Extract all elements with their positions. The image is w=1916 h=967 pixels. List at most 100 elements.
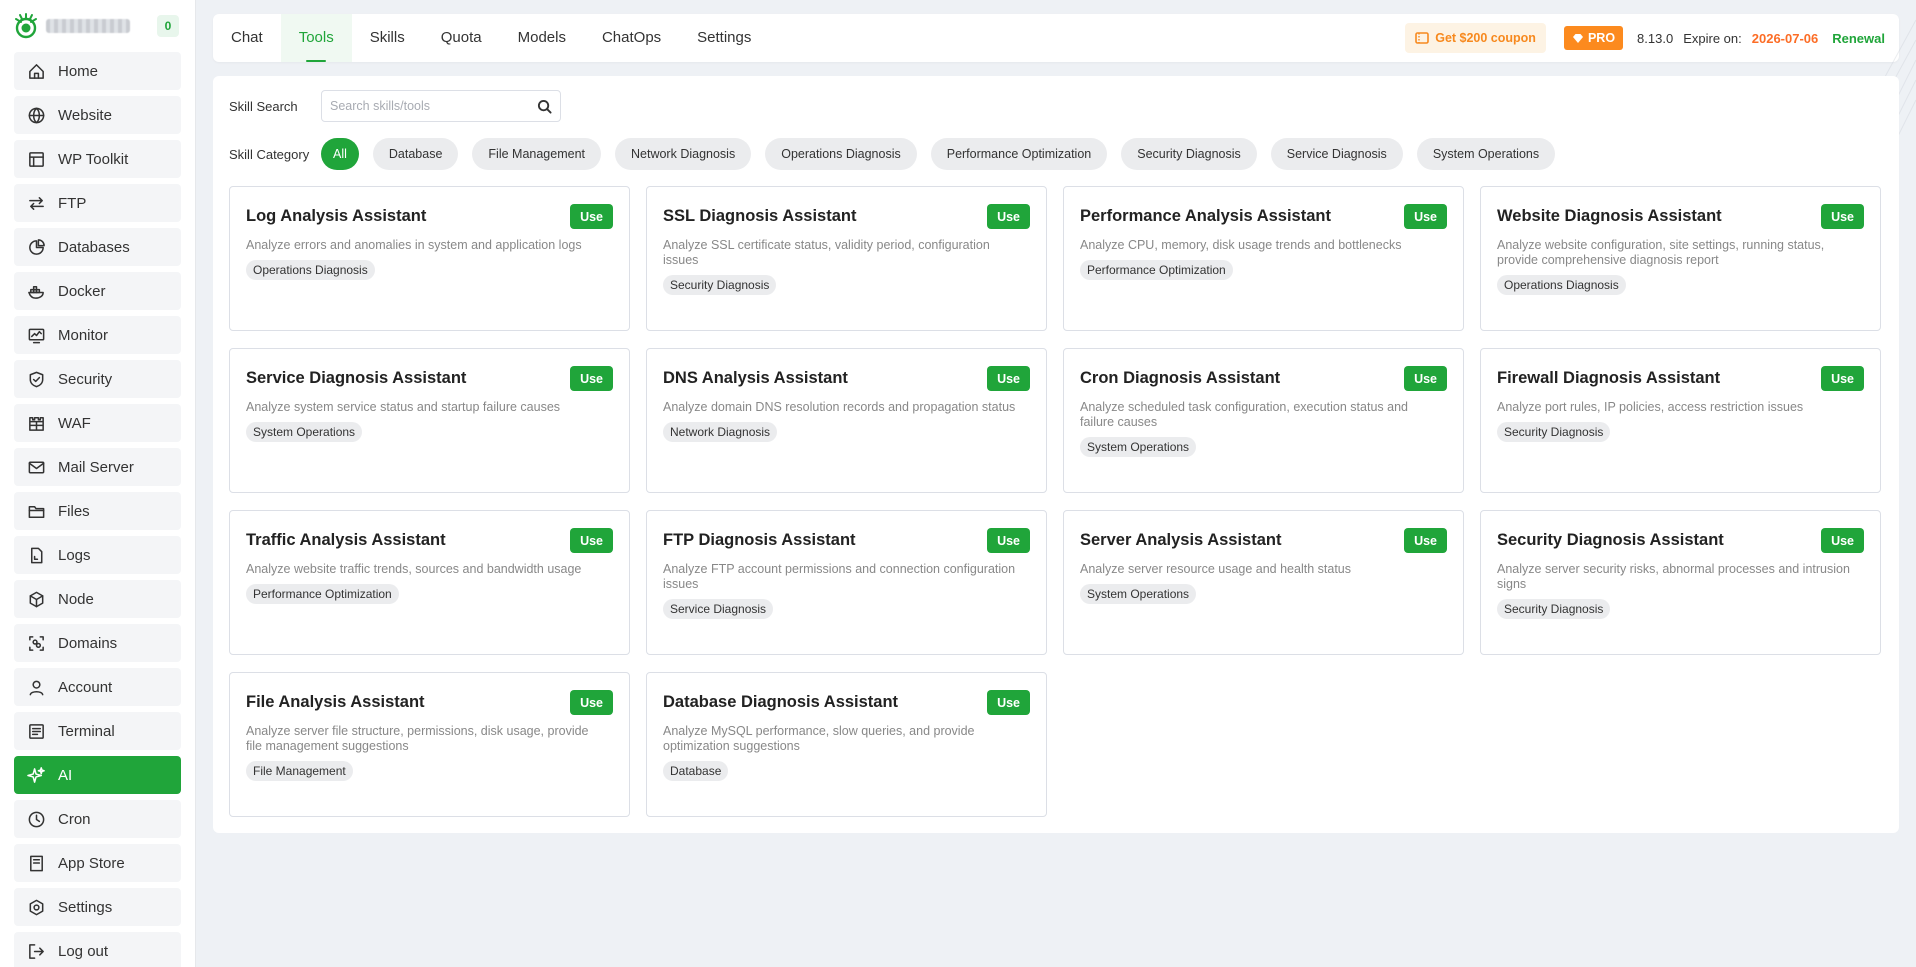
- skill-card: Cron Diagnosis Assistant Use Analyze sched…: [1063, 348, 1464, 493]
- clock-icon: [26, 809, 46, 829]
- settings-icon: [26, 897, 46, 917]
- use-button[interactable]: Use: [987, 366, 1030, 391]
- expire-label: Expire on:: [1683, 30, 1742, 46]
- sidebar-item-app-store[interactable]: App Store: [14, 844, 181, 882]
- tab-skills[interactable]: Skills: [352, 14, 423, 62]
- skill-card-title: Security Diagnosis Assistant: [1497, 531, 1724, 549]
- sidebar-item-monitor[interactable]: Monitor: [14, 316, 181, 354]
- skill-card: Server Analysis Assistant Use Analyze serv…: [1063, 510, 1464, 655]
- sidebar-item-label: Settings: [58, 898, 113, 916]
- use-button[interactable]: Use: [987, 204, 1030, 229]
- use-button[interactable]: Use: [570, 690, 613, 715]
- sidebar-item-domains[interactable]: Domains: [14, 624, 181, 662]
- skill-card-title: DNS Analysis Assistant: [663, 369, 848, 387]
- skill-card: Security Diagnosis Assistant Use Analyze s…: [1480, 510, 1881, 655]
- tab-tools[interactable]: Tools: [280, 14, 352, 62]
- sidebar-item-home[interactable]: Home: [14, 52, 181, 90]
- sidebar-item-label: Home: [58, 62, 99, 80]
- tab-chatops[interactable]: ChatOps: [584, 14, 679, 62]
- use-button[interactable]: Use: [1821, 528, 1864, 553]
- skill-card-title: Firewall Diagnosis Assistant: [1497, 369, 1721, 387]
- sidebar-item-databases[interactable]: Databases: [14, 228, 181, 266]
- coupon-button[interactable]: Get $200 coupon: [1405, 23, 1546, 53]
- skill-card-grid: Log Analysis Assistant Use Analyze errors …: [229, 186, 1883, 817]
- skill-card: Website Diagnosis Assistant Use Analyze we…: [1480, 186, 1881, 331]
- sidebar-item-log-out[interactable]: Log out: [14, 932, 181, 967]
- notification-badge[interactable]: 0: [157, 15, 179, 37]
- tab-chat[interactable]: Chat: [213, 14, 281, 62]
- skill-card-description: Analyze port rules, IP policies, access …: [1497, 400, 1804, 414]
- search-icon[interactable]: [537, 99, 552, 114]
- skill-card-tag: File Management: [246, 761, 353, 781]
- skill-card: SSL Diagnosis Assistant Use Analyze SSL ce…: [646, 186, 1047, 331]
- category-chip-database[interactable]: Database: [372, 138, 459, 170]
- expire-date: 2026-07-06: [1751, 30, 1819, 46]
- category-chip-network-diagnosis[interactable]: Network Diagnosis: [615, 138, 752, 170]
- sidebar-item-ftp[interactable]: FTP: [14, 184, 181, 222]
- skill-search-input[interactable]: [330, 99, 537, 113]
- category-chip-all[interactable]: All: [321, 138, 359, 170]
- tab-models[interactable]: Models: [500, 14, 584, 62]
- sidebar-item-mail-server[interactable]: Mail Server: [14, 448, 181, 486]
- sidebar-item-waf[interactable]: WAF: [14, 404, 181, 442]
- use-button[interactable]: Use: [987, 690, 1030, 715]
- docker-icon: [26, 281, 46, 301]
- sidebar-item-account[interactable]: Account: [14, 668, 181, 706]
- sidebar-item-terminal[interactable]: Terminal: [14, 712, 181, 750]
- category-chip-system-operations[interactable]: System Operations: [1416, 138, 1556, 170]
- store-icon: [26, 853, 46, 873]
- tools-panel: Skill Search Skill Category All Database F…: [213, 76, 1899, 833]
- category-chip-file-management[interactable]: File Management: [472, 138, 601, 170]
- tab-list: Chat Tools Skills Quota Models ChatOps Setting…: [213, 14, 769, 62]
- skill-card-tag: Network Diagnosis: [663, 422, 778, 442]
- tab-quota[interactable]: Quota: [423, 14, 500, 62]
- sidebar-item-website[interactable]: Website: [14, 96, 181, 134]
- use-button[interactable]: Use: [987, 528, 1030, 553]
- skill-card: DNS Analysis Assistant Use Analyze domain …: [646, 348, 1047, 493]
- skill-card: File Analysis Assistant Use Analyze server…: [229, 672, 630, 817]
- category-chip-operations-diagnosis[interactable]: Operations Diagnosis: [765, 138, 917, 170]
- use-button[interactable]: Use: [570, 528, 613, 553]
- skill-card: Traffic Analysis Assistant Use Analyze web…: [229, 510, 630, 655]
- use-button[interactable]: Use: [1404, 204, 1447, 229]
- category-chip-performance-optimization[interactable]: Performance Optimization: [930, 138, 1108, 170]
- skill-card-title: Database Diagnosis Assistant: [663, 693, 899, 711]
- castle-icon: [26, 413, 46, 433]
- sidebar-item-files[interactable]: Files: [14, 492, 181, 530]
- tab-settings[interactable]: Settings: [679, 14, 769, 62]
- use-button[interactable]: Use: [570, 204, 613, 229]
- sidebar-item-label: Node: [58, 590, 94, 608]
- sidebar-item-docker[interactable]: Docker: [14, 272, 181, 310]
- globe-icon: [26, 105, 46, 125]
- skill-card: Performance Analysis Assistant Use Analyze…: [1063, 186, 1464, 331]
- sidebar-item-logs[interactable]: Logs: [14, 536, 181, 574]
- sidebar-item-ai[interactable]: AI: [14, 756, 181, 794]
- category-chip-service-diagnosis[interactable]: Service Diagnosis: [1270, 138, 1403, 170]
- skill-card: FTP Diagnosis Assistant Use Analyze FTP ac…: [646, 510, 1047, 655]
- sidebar-item-label: AI: [58, 766, 73, 784]
- sidebar-item-settings[interactable]: Settings: [14, 888, 181, 926]
- skill-card: Database Diagnosis Assistant Use Analyze M…: [646, 672, 1047, 817]
- skill-card-tag: System Operations: [246, 422, 363, 442]
- skill-card-tag: Performance Optimization: [1080, 260, 1233, 280]
- category-chip-security-diagnosis[interactable]: Security Diagnosis: [1121, 138, 1257, 170]
- skill-card-description: Analyze server resource usage and health…: [1080, 562, 1351, 576]
- skill-card-title: Log Analysis Assistant: [246, 207, 427, 225]
- sidebar-item-security[interactable]: Security: [14, 360, 181, 398]
- sidebar-item-label: Docker: [58, 282, 106, 300]
- use-button[interactable]: Use: [1821, 204, 1864, 229]
- use-button[interactable]: Use: [1821, 366, 1864, 391]
- database-icon: [26, 237, 46, 257]
- skill-search-row: Skill Search: [229, 90, 561, 122]
- logo-icon: [15, 13, 37, 39]
- sidebar-item-label: Terminal: [58, 722, 115, 740]
- skill-card: Log Analysis Assistant Use Analyze errors …: [229, 186, 630, 331]
- sidebar-item-node[interactable]: Node: [14, 580, 181, 618]
- use-button[interactable]: Use: [1404, 528, 1447, 553]
- skill-search-label: Skill Search: [229, 98, 298, 114]
- use-button[interactable]: Use: [1404, 366, 1447, 391]
- use-button[interactable]: Use: [570, 366, 613, 391]
- sidebar-item-cron[interactable]: Cron: [14, 800, 181, 838]
- skill-card-description: Analyze SSL certificate status, validity…: [663, 238, 990, 267]
- sidebar-item-wp-toolkit[interactable]: WP Toolkit: [14, 140, 181, 178]
